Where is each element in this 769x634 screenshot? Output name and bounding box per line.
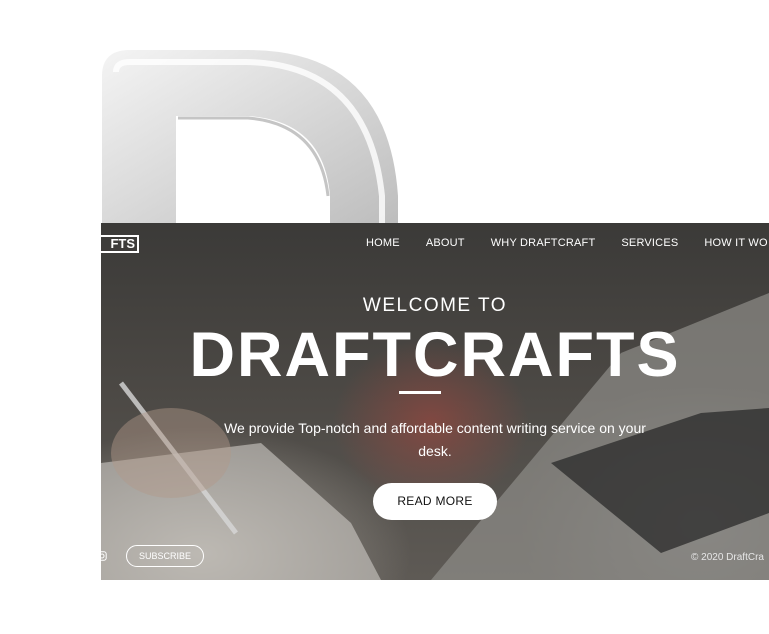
subscribe-button[interactable]: SUBSCRIBE <box>126 545 204 567</box>
hero-kicker: WELCOME TO <box>362 295 508 316</box>
hero-tagline: We provide Top-notch and affordable cont… <box>224 420 646 459</box>
main-nav: HOME ABOUT WHY DRAFTCRAFT SERVICES HOW IT WO <box>366 237 769 249</box>
copyright-text: © 2020 DraftCra <box>691 552 764 563</box>
hero-background-photo <box>101 293 769 580</box>
hero-section: FTS HOME ABOUT WHY DRAFTCRAFT SERVICES HOW I… <box>101 223 769 580</box>
brand-logo[interactable]: FTS <box>101 235 139 253</box>
nav-how-it-works[interactable]: HOW IT WO <box>704 237 767 249</box>
nav-services[interactable]: SERVICES <box>621 237 678 249</box>
logo-d-graphic <box>102 50 398 224</box>
instagram-icon[interactable] <box>101 551 107 561</box>
hero-title: DRAFTCRAFTS <box>189 320 681 390</box>
nav-why-draftcraft[interactable]: WHY DRAFTCRAFT <box>491 237 596 249</box>
nav-home[interactable]: HOME <box>366 237 400 249</box>
nav-about[interactable]: ABOUT <box>426 237 465 249</box>
read-more-button[interactable]: READ MORE <box>373 483 497 520</box>
title-divider <box>399 391 441 394</box>
